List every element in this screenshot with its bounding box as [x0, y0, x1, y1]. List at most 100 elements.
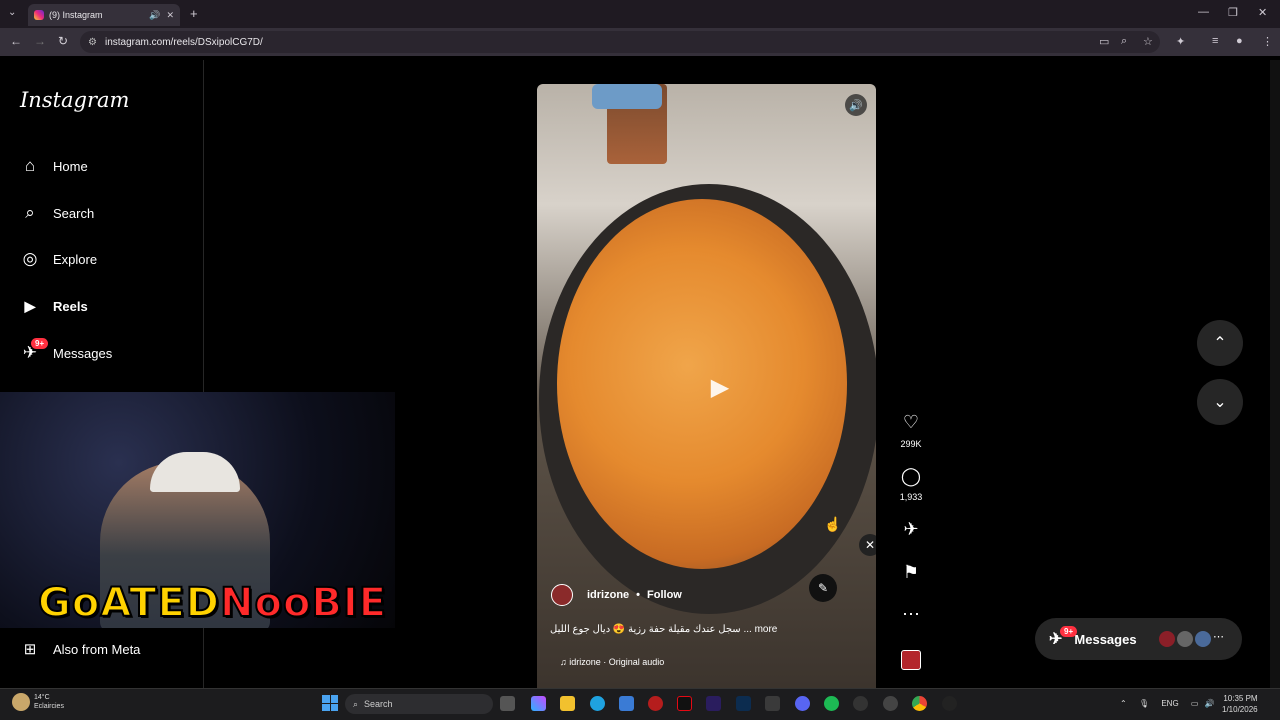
discord-icon[interactable]	[795, 696, 810, 711]
forward-icon[interactable]: →	[34, 34, 46, 48]
instagram-favicon-icon	[34, 10, 44, 20]
weather-widget[interactable]: 14°C Eclaircies	[12, 693, 64, 711]
sidebar-item-label: Messages	[53, 345, 113, 361]
back-icon[interactable]: ←	[10, 34, 22, 48]
media-player-icon[interactable]	[942, 696, 957, 711]
reload-icon[interactable]: ↻	[58, 34, 68, 48]
browser-tab-bar: ⌄ (9) Instagram 🔊 ✕ + — ❐ ✕	[0, 0, 1280, 28]
weather-temp: 14°C	[34, 694, 50, 701]
browser-menu-icon[interactable]: ⋮	[1262, 35, 1273, 48]
language-indicator[interactable]: ENG	[1161, 699, 1178, 708]
separator-dot: •	[636, 589, 641, 601]
close-overlay-icon[interactable]: ✕	[859, 534, 876, 556]
extensions-icon[interactable]: ✦	[1176, 35, 1185, 48]
site-info-icon[interactable]: ⚙	[88, 37, 97, 48]
save-icon[interactable]: ⚑	[898, 562, 924, 583]
network-icon[interactable]: ▭	[1191, 699, 1199, 708]
compass-icon: ◎	[22, 249, 38, 268]
clock-time: 10:35 PM	[1223, 694, 1258, 703]
clock-date: 1/10/2026	[1222, 705, 1258, 714]
url-text: instagram.com/reels/DSxipolCG7D/	[104, 36, 263, 48]
sidebar-item-label: Reels	[53, 298, 88, 314]
edit-overlay-icon[interactable]: ✎	[809, 574, 837, 602]
glove-image	[592, 84, 662, 109]
avatar	[1176, 630, 1194, 648]
close-tab-icon[interactable]: ✕	[166, 10, 174, 21]
netflix-icon[interactable]	[677, 696, 692, 711]
bookmark-star-icon[interactable]: ☆	[1143, 35, 1153, 48]
start-icon[interactable]	[322, 695, 338, 711]
sidebar-item-search[interactable]: ⌕ Search	[20, 203, 94, 223]
app-icon[interactable]	[883, 696, 898, 711]
restore-icon[interactable]: ❐	[1228, 6, 1238, 19]
weather-icon	[12, 693, 30, 711]
instagram-logo[interactable]: Instagram	[20, 88, 129, 112]
like-icon[interactable]: ♡	[898, 412, 924, 433]
edge-icon[interactable]	[590, 696, 605, 711]
sidebar-item-label: Explore	[53, 251, 98, 267]
audio-label: idrizone · Original audio	[569, 657, 665, 667]
like-count: 299K	[900, 439, 922, 449]
browser-tab[interactable]: (9) Instagram 🔊 ✕	[28, 4, 180, 26]
weather-desc: Eclaircies	[34, 703, 64, 710]
messages-pill-badge: 9+	[1060, 626, 1078, 637]
reel-caption[interactable]: سجل عندك مقيلة حفة رزية 😍 ديال جوع الليل…	[550, 624, 777, 635]
sidebar-item-reels[interactable]: ▶ Reels	[20, 296, 88, 316]
more-dots-icon: ⋯	[1213, 631, 1224, 643]
page-scrollbar[interactable]	[1270, 60, 1280, 688]
notepad-icon[interactable]	[765, 696, 780, 711]
share-icon[interactable]: ✈	[898, 519, 924, 540]
sidebar-item-label: Search	[53, 205, 95, 221]
zoom-icon[interactable]: ⌕	[1121, 35, 1127, 48]
reels-icon: ▶	[24, 297, 36, 314]
mouse-cursor-icon: ☝	[824, 516, 842, 532]
premiere-icon[interactable]	[706, 696, 721, 711]
chrome-icon[interactable]	[912, 696, 927, 711]
new-tab-icon[interactable]: +	[190, 6, 198, 21]
volume-icon[interactable]: 🔊	[845, 94, 867, 116]
app-icon[interactable]	[648, 696, 663, 711]
photoshop-icon[interactable]	[736, 696, 751, 711]
follow-button[interactable]: Follow	[647, 589, 682, 601]
streamer-name-overlay: GoATEDNooBIE	[37, 579, 388, 627]
grid-icon: ⊞	[23, 641, 37, 658]
home-icon: ⌂	[24, 156, 36, 175]
copilot-icon[interactable]	[531, 696, 546, 711]
taskbar-search-label: Search	[364, 699, 393, 709]
speaker-icon[interactable]: 🔊	[149, 10, 160, 21]
next-reel-button[interactable]: ⌄	[1197, 379, 1243, 425]
tab-title: (9) Instagram	[49, 10, 103, 20]
profile-avatar-icon[interactable]: ●	[1236, 35, 1243, 47]
tab-search-icon[interactable]: ⌄	[8, 7, 16, 18]
system-tray[interactable]: ⌃ 🎙 ENG ▭ 🔊	[1120, 699, 1215, 708]
sidebar-item-explore[interactable]: ◎ Explore	[20, 249, 98, 269]
cast-icon[interactable]: ▭	[1099, 35, 1109, 48]
author-avatar[interactable]	[551, 584, 573, 606]
store-icon[interactable]	[619, 696, 634, 711]
comment-icon[interactable]: ◯	[898, 466, 924, 487]
tray-chevron-icon[interactable]: ⌃	[1120, 699, 1127, 708]
sidebar-item-also-from-meta[interactable]: ⊞ Also from Meta	[20, 639, 141, 659]
volume-tray-icon[interactable]: 🔊	[1205, 699, 1215, 708]
reading-list-icon[interactable]: ≡	[1212, 35, 1218, 47]
reel-audio[interactable]: ♫ idrizone · Original audio	[560, 657, 664, 667]
mic-icon[interactable]: 🎙	[1139, 699, 1149, 708]
audio-thumbnail[interactable]	[901, 650, 921, 670]
sidebar-item-home[interactable]: ⌂ Home	[20, 156, 88, 176]
more-options-icon[interactable]: ⋯	[898, 604, 924, 625]
previous-reel-button[interactable]: ⌃	[1197, 320, 1243, 366]
task-view-icon[interactable]	[500, 696, 515, 711]
play-icon[interactable]: ▶	[705, 372, 735, 402]
close-window-icon[interactable]: ✕	[1258, 6, 1267, 19]
author-username[interactable]: idrizone	[587, 589, 629, 601]
food-image	[557, 199, 847, 569]
app-icon[interactable]	[853, 696, 868, 711]
taskbar-search[interactable]: ⌕ Search	[345, 694, 493, 714]
file-explorer-icon[interactable]	[560, 696, 575, 711]
messages-badge: 9+	[31, 338, 49, 349]
streamer-cap	[150, 452, 240, 492]
spotify-icon[interactable]	[824, 696, 839, 711]
address-bar[interactable]: ⚙ instagram.com/reels/DSxipolCG7D/	[80, 31, 1160, 53]
minimize-icon[interactable]: —	[1198, 6, 1209, 18]
taskbar-clock[interactable]: 10:35 PM 1/10/2026	[1222, 693, 1258, 715]
